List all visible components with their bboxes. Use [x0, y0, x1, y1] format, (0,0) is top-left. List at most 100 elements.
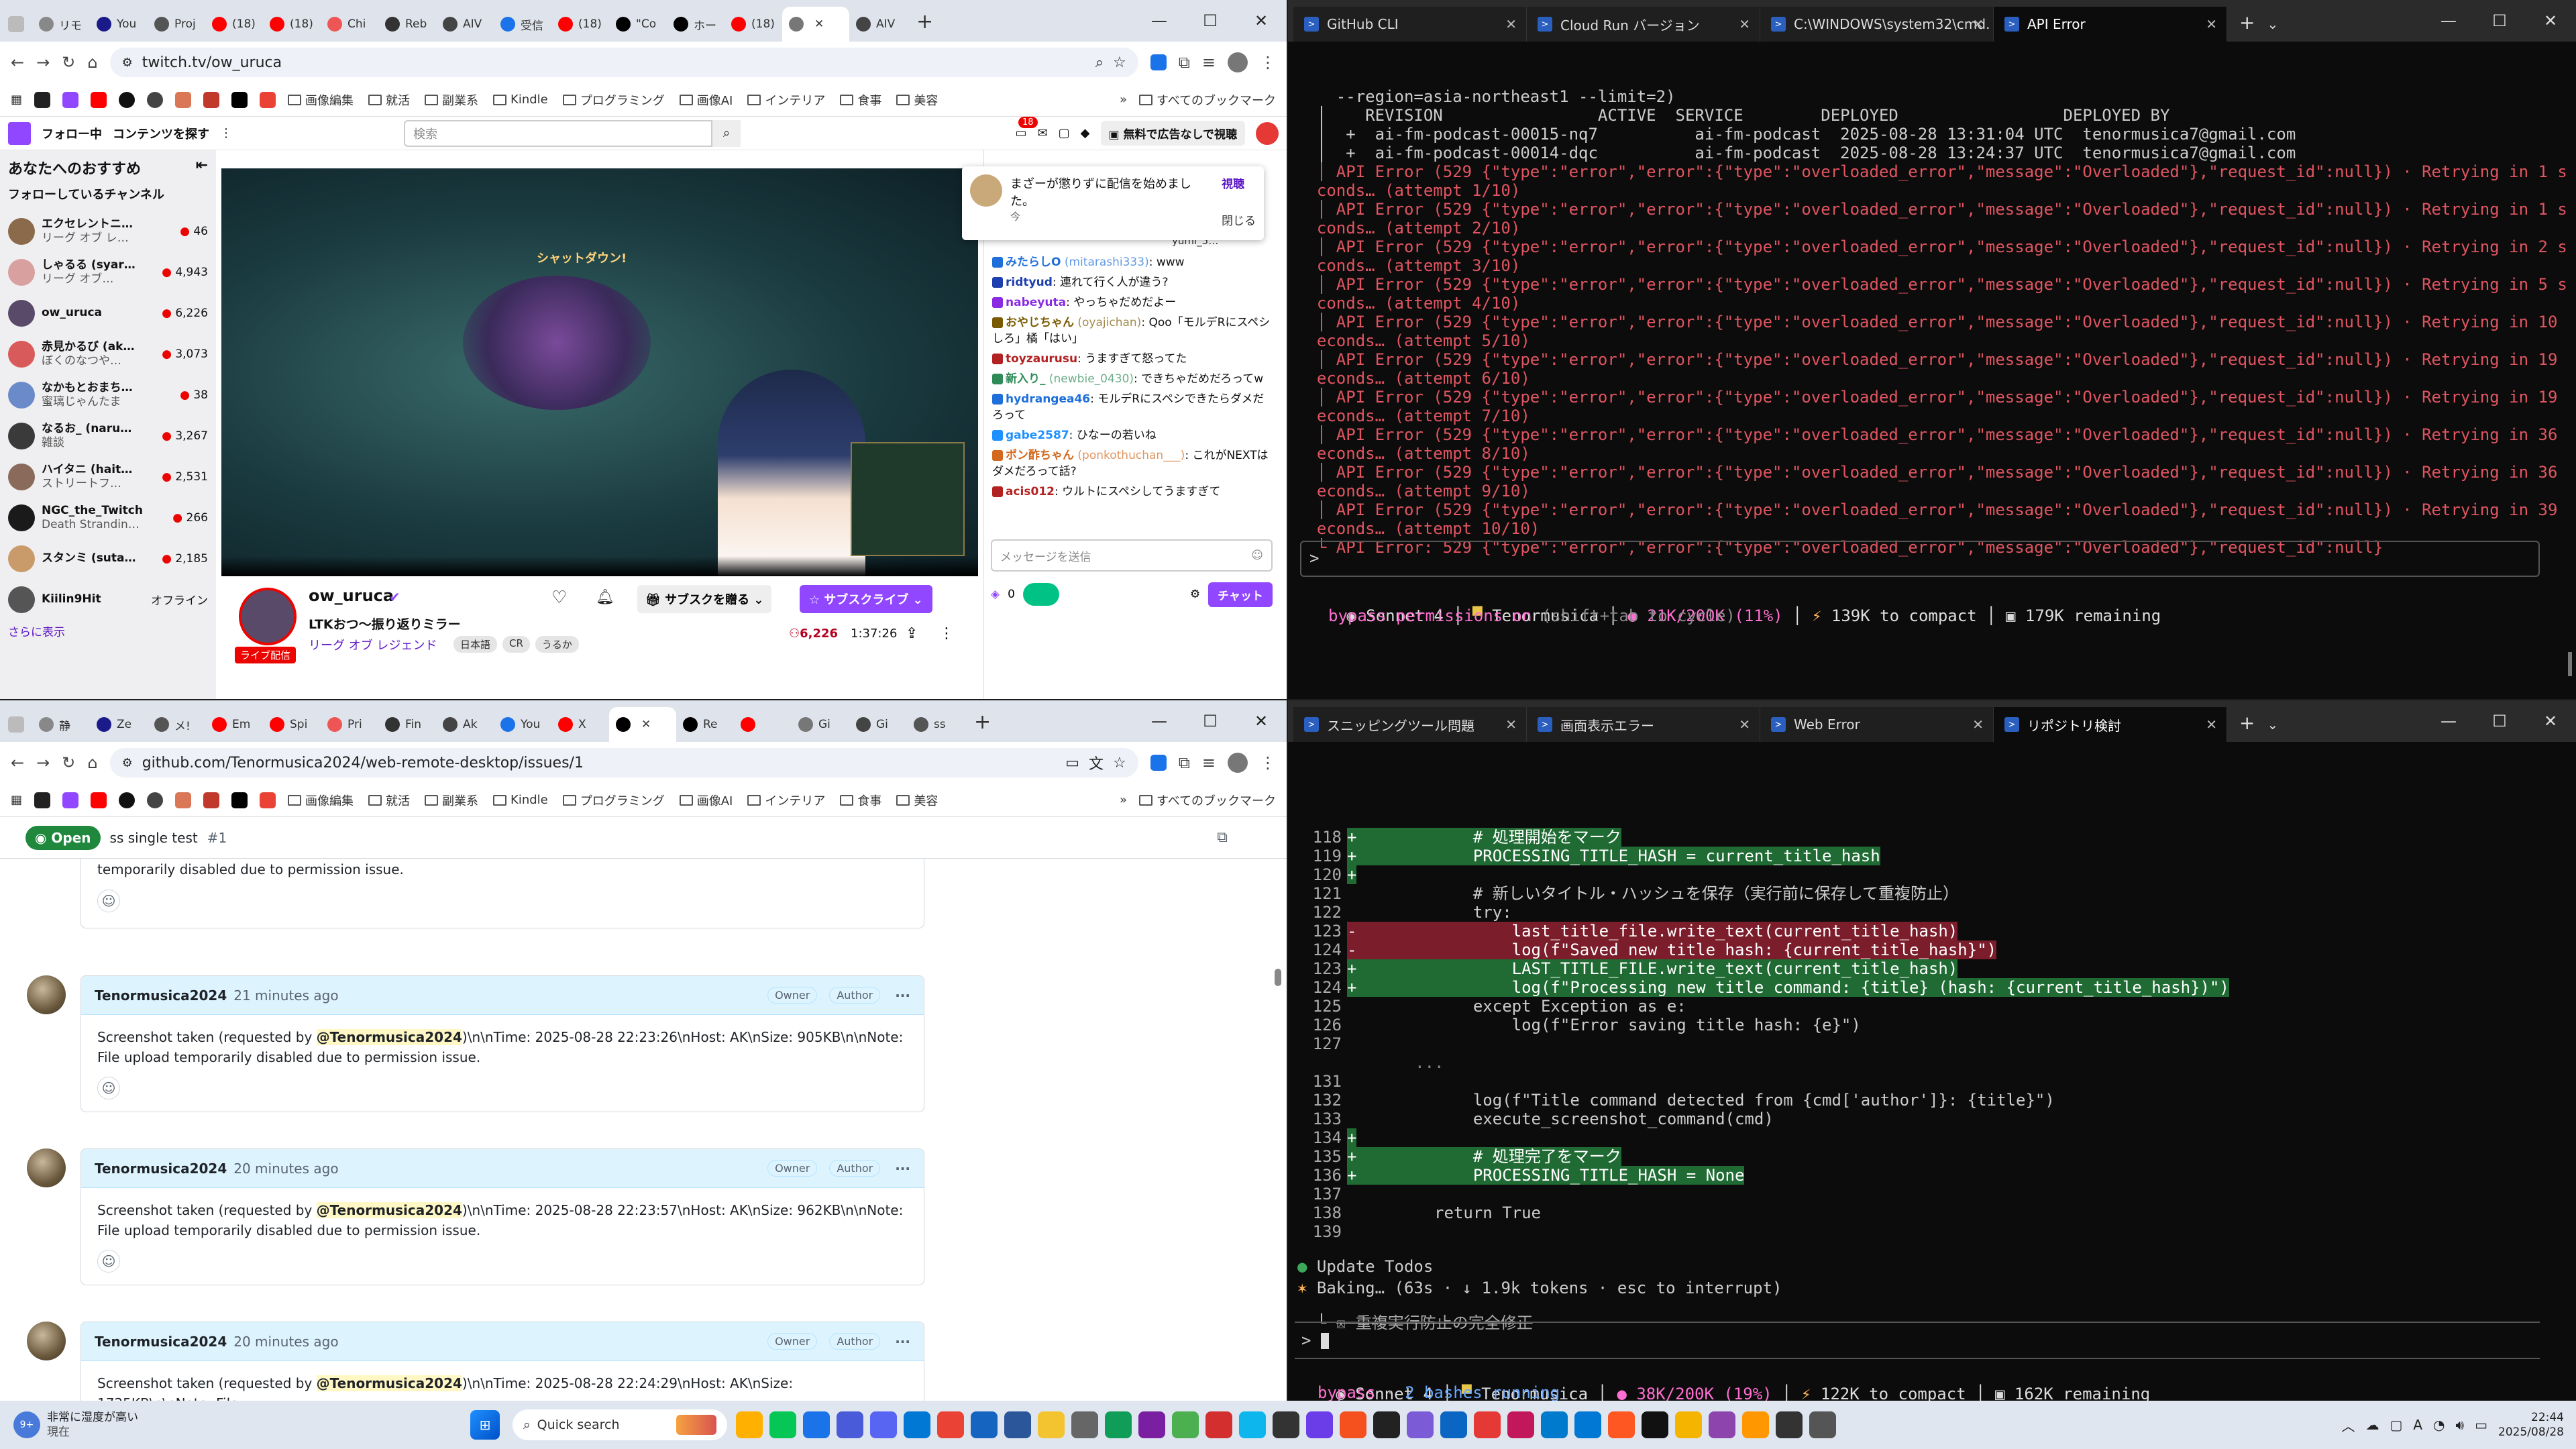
- chat-username[interactable]: ridtyud: [1006, 276, 1053, 289]
- sidebar-channel[interactable]: ow_uruca ● 6,226: [8, 292, 208, 333]
- terminal-icon[interactable]: [1071, 1411, 1098, 1438]
- comment-author-avatar[interactable]: [27, 1148, 66, 1187]
- notepad-icon[interactable]: [971, 1411, 998, 1438]
- bookmark-folder[interactable]: インテリア: [747, 792, 825, 809]
- bookmark-folder[interactable]: 就活: [368, 792, 410, 809]
- start-icon[interactable]: ⊞: [470, 1410, 500, 1440]
- address-bar[interactable]: ⚙ twitch.tv/ow_uruca ⌕ ☆: [109, 48, 1138, 77]
- sidebar-channel[interactable]: スタンミ (suta… ● 2,185: [8, 538, 208, 579]
- bookmark-twitch-icon[interactable]: [62, 91, 79, 108]
- vscode-icon[interactable]: [870, 1411, 897, 1438]
- apps-icon-2[interactable]: ▦: [11, 793, 22, 807]
- bookmark-twitch-icon-2[interactable]: [62, 792, 79, 808]
- comment-time[interactable]: 21 minutes ago: [233, 987, 338, 1004]
- sidebar-channel[interactable]: エクセレントニ… リーグ オブ レ… ● 46: [8, 211, 208, 252]
- chat-username[interactable]: hydrangea46: [1006, 392, 1090, 406]
- terminal-tab-close-icon[interactable]: ✕: [1505, 716, 1517, 733]
- show-more-link[interactable]: さらに表示: [8, 623, 208, 639]
- whispers-icon[interactable]: ✉: [1038, 126, 1048, 140]
- twitch-search-button[interactable]: ⌕: [712, 119, 741, 147]
- firefox-icon[interactable]: [1608, 1411, 1635, 1438]
- terminal-tab-close-icon[interactable]: ✕: [1739, 16, 1750, 32]
- bookmark-x-icon-2[interactable]: [231, 792, 248, 808]
- terminal-tab[interactable]: > C:\WINDOWS\system32\cmd. ✕: [1760, 7, 1994, 42]
- twitch-search-input[interactable]: 検索: [404, 119, 712, 147]
- bookmark-folder[interactable]: 就活: [368, 91, 410, 109]
- translate-icon[interactable]: 文: [1089, 752, 1104, 773]
- docker-icon[interactable]: [1239, 1411, 1266, 1438]
- chat-username[interactable]: 新入り_: [1006, 372, 1046, 386]
- emote-icon[interactable]: ☺: [1251, 549, 1263, 562]
- prompt-box-2[interactable]: >: [1295, 1322, 2540, 1359]
- twitch-browser-tab[interactable]: You: [90, 7, 148, 42]
- all-bookmarks-2[interactable]: すべてのブックマーク: [1138, 792, 1276, 809]
- bookmark-gmail-icon[interactable]: [260, 91, 276, 108]
- maximize-button-2[interactable]: ☐: [1185, 700, 1236, 742]
- bookmark-n-icon[interactable]: [34, 91, 51, 108]
- profile-avatar-2[interactable]: [1228, 753, 1248, 773]
- terminal-dropdown-icon-2[interactable]: ⌄: [2267, 716, 2278, 733]
- home-icon-2[interactable]: ⌂: [87, 753, 97, 772]
- bookmark-folder[interactable]: 副業系: [425, 792, 478, 809]
- terminal-minimize-button[interactable]: —: [2423, 0, 2474, 42]
- collapse-icon[interactable]: ⇤: [196, 157, 208, 178]
- sidebar-channel[interactable]: NGC_the_Twitch Death Strandin… ● 266: [8, 497, 208, 538]
- teams-icon[interactable]: [803, 1411, 830, 1438]
- nav-following[interactable]: フォロー中: [42, 125, 102, 142]
- share-icon[interactable]: ⇪: [906, 625, 918, 642]
- chat-username[interactable]: gabe2587: [1006, 429, 1069, 442]
- github-browser-tab[interactable]: メ!: [148, 707, 205, 742]
- terminal-tab-close-icon[interactable]: ✕: [1505, 16, 1517, 32]
- bookmark-gmail-icon-2[interactable]: [260, 792, 276, 808]
- twitch-browser-tab[interactable]: (18): [724, 7, 782, 42]
- stream-tag[interactable]: うるか: [535, 636, 579, 653]
- add-reaction-icon[interactable]: ☺: [97, 1077, 120, 1099]
- more-icon[interactable]: ⋮: [220, 126, 232, 140]
- ad-free-button[interactable]: ▣ 無料で広告なしで視聴: [1100, 121, 1245, 146]
- tab-close-icon[interactable]: ✕: [641, 718, 651, 731]
- terminal-close-button[interactable]: ✕: [2525, 0, 2576, 42]
- twitch-browser-tab[interactable]: リモ: [32, 7, 90, 42]
- forward-icon-2[interactable]: →: [36, 753, 50, 772]
- sidebar-channel[interactable]: なるお_ (naru… 雑談 ● 3,267: [8, 415, 208, 456]
- bookmark-folder[interactable]: 副業系: [425, 91, 478, 109]
- bookmark-github-icon[interactable]: [119, 91, 136, 108]
- bookmark-github-icon-2[interactable]: [119, 792, 136, 808]
- download-icon[interactable]: [1150, 54, 1167, 70]
- comment-author-avatar[interactable]: [27, 975, 66, 1014]
- twitch-logo[interactable]: [8, 121, 31, 145]
- chat-input[interactable]: メッセージを送信 ☺: [991, 539, 1273, 572]
- add-reaction-icon-0[interactable]: ☺: [97, 890, 120, 912]
- bookmark-red-icon[interactable]: [203, 91, 220, 108]
- bookmark-folder[interactable]: Kindle: [493, 91, 548, 109]
- bookmark-star-icon[interactable]: ☆: [1113, 54, 1126, 71]
- github-browser-tab[interactable]: Ze: [90, 707, 148, 742]
- site-info-icon[interactable]: ⚙: [122, 56, 133, 70]
- comment-options-icon[interactable]: ···: [895, 1161, 910, 1177]
- address-bar-2[interactable]: ⚙ github.com/Tenormusica2024/web-remote-d…: [109, 748, 1138, 777]
- popup-close-button[interactable]: 閉じる: [1222, 211, 1256, 228]
- bookmark-folder[interactable]: 画像AI: [679, 792, 733, 809]
- discord-icon[interactable]: [837, 1411, 863, 1438]
- tab-close-icon[interactable]: ✕: [814, 17, 824, 31]
- media-icon-2[interactable]: ≡: [1202, 753, 1216, 772]
- copy-link-icon[interactable]: ⧉: [1217, 829, 1228, 846]
- battery-icon[interactable]: ▭: [2475, 1417, 2487, 1433]
- tray-app-icon[interactable]: ▢: [2390, 1417, 2402, 1433]
- twitch-browser-tab[interactable]: Chi: [321, 7, 378, 42]
- terminal-tab-close-icon[interactable]: ✕: [1972, 716, 1984, 733]
- nav-browse[interactable]: コンテンツを探す: [113, 125, 209, 142]
- chat-username[interactable]: おやじちゃん: [1006, 316, 1074, 329]
- all-bookmarks[interactable]: すべてのブックマーク: [1138, 91, 1276, 109]
- github-browser-tab[interactable]: Em: [205, 707, 263, 742]
- terminal-tab-close-icon[interactable]: ✕: [1972, 16, 1984, 32]
- paint-icon[interactable]: [1507, 1411, 1534, 1438]
- tray-chevron-icon[interactable]: ︿: [2341, 1415, 2355, 1435]
- sidebar-channel[interactable]: しゃるる (syar… リーグ オブ… ● 4,943: [8, 252, 208, 292]
- github-browser-tab[interactable]: 静: [32, 707, 90, 742]
- notes-icon[interactable]: [1675, 1411, 1702, 1438]
- bookmark-folder[interactable]: 食事: [840, 91, 881, 109]
- calculator-icon[interactable]: [1809, 1411, 1836, 1438]
- twitch-browser-tab[interactable]: AIV: [849, 7, 907, 42]
- terminal-tab[interactable]: > スニッピングツール問題 ✕: [1293, 707, 1527, 742]
